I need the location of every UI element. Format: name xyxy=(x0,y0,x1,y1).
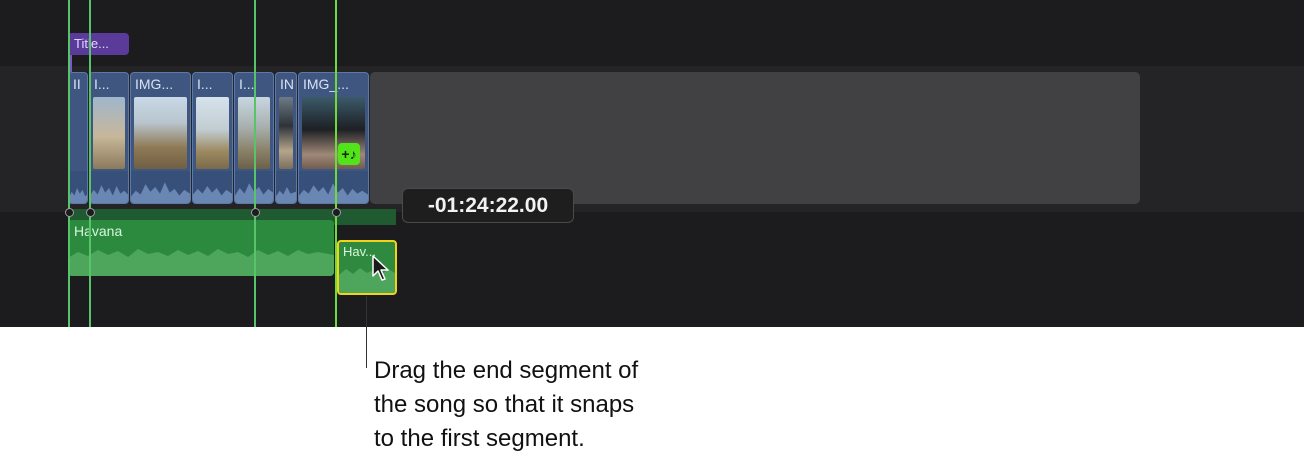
clip-label: IN xyxy=(280,76,294,92)
clip-audio-waveform xyxy=(299,171,368,203)
clip-audio-waveform xyxy=(69,171,87,203)
music-note-add-icon: +♪ xyxy=(338,143,360,165)
clip-label: I... xyxy=(197,76,213,92)
clip-label: II xyxy=(73,76,81,92)
snap-line xyxy=(254,0,256,327)
snap-line xyxy=(89,0,91,327)
audio-clip-label: Havana xyxy=(74,223,123,239)
clip-label: I... xyxy=(94,76,110,92)
pointer-cursor-icon xyxy=(372,255,389,281)
video-clip[interactable]: I... xyxy=(192,72,233,204)
clip-label: IMG... xyxy=(135,76,174,92)
callout-line: Drag the end segment of xyxy=(374,357,639,384)
video-clip[interactable]: I... xyxy=(89,72,129,204)
video-clip[interactable]: IN xyxy=(275,72,297,204)
timecode-tooltip: -01:24:22.00 xyxy=(402,188,574,223)
clip-thumbnail xyxy=(196,97,229,169)
callout-text: Drag the end segment of the song so that… xyxy=(374,354,734,456)
clip-audio-waveform xyxy=(276,171,296,203)
snap-line xyxy=(68,0,70,327)
title-clip[interactable]: Title... xyxy=(68,33,129,55)
audio-clip-havana[interactable]: Havana xyxy=(68,220,334,276)
connection-point-icon xyxy=(251,208,260,217)
connection-point-icon xyxy=(332,208,341,217)
video-clip[interactable]: IMG_... xyxy=(298,72,369,204)
callout-line: to the first segment. xyxy=(374,425,585,452)
connection-point-icon xyxy=(86,208,95,217)
active-snap-line xyxy=(335,0,337,327)
timeline[interactable]: Title... II I... IMG... I... I... IN IMG… xyxy=(0,0,1304,327)
clip-thumbnail xyxy=(134,97,187,169)
clip-thumbnail xyxy=(279,97,293,169)
callout-leader-line xyxy=(366,296,367,368)
audio-waveform xyxy=(68,246,334,276)
video-clip[interactable]: II xyxy=(68,72,88,204)
clip-label: I... xyxy=(239,76,255,92)
clip-thumbnail xyxy=(93,97,125,169)
clip-audio-waveform xyxy=(131,171,190,203)
empty-storyline-region xyxy=(370,72,1140,204)
clip-audio-waveform xyxy=(90,171,128,203)
connection-point-icon xyxy=(65,208,74,217)
video-clip[interactable]: IMG... xyxy=(130,72,191,204)
clip-label: IMG_... xyxy=(303,76,349,92)
callout-line: the song so that it snaps xyxy=(374,391,635,418)
clip-audio-waveform xyxy=(193,171,232,203)
